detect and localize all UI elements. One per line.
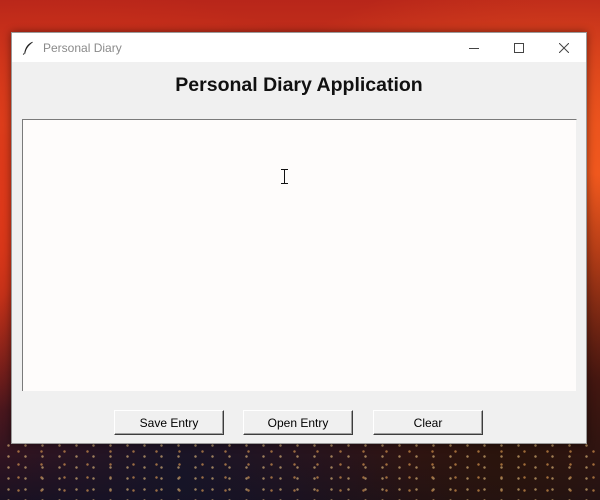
close-icon xyxy=(558,42,569,53)
minimize-button[interactable] xyxy=(451,33,496,62)
minimize-icon xyxy=(468,47,479,49)
maximize-button[interactable] xyxy=(496,33,541,62)
clear-button[interactable]: Clear xyxy=(373,410,483,435)
title-bar[interactable]: Personal Diary xyxy=(12,33,586,62)
save-entry-button[interactable]: Save Entry xyxy=(114,410,224,435)
page-title: Personal Diary Application xyxy=(175,74,423,96)
window-controls xyxy=(451,33,586,62)
action-buttons: Save Entry Open Entry Clear xyxy=(12,410,586,435)
text-cursor-icon xyxy=(281,169,288,184)
open-entry-button[interactable]: Open Entry xyxy=(243,410,353,435)
feather-icon xyxy=(21,41,35,55)
wallpaper-city-lights xyxy=(0,440,600,500)
close-button[interactable] xyxy=(541,33,586,62)
maximize-icon xyxy=(513,42,524,53)
diary-text-area[interactable] xyxy=(22,119,577,391)
app-window: Personal Diary Personal Diary Applicatio… xyxy=(11,32,587,444)
window-title: Personal Diary xyxy=(43,40,122,55)
